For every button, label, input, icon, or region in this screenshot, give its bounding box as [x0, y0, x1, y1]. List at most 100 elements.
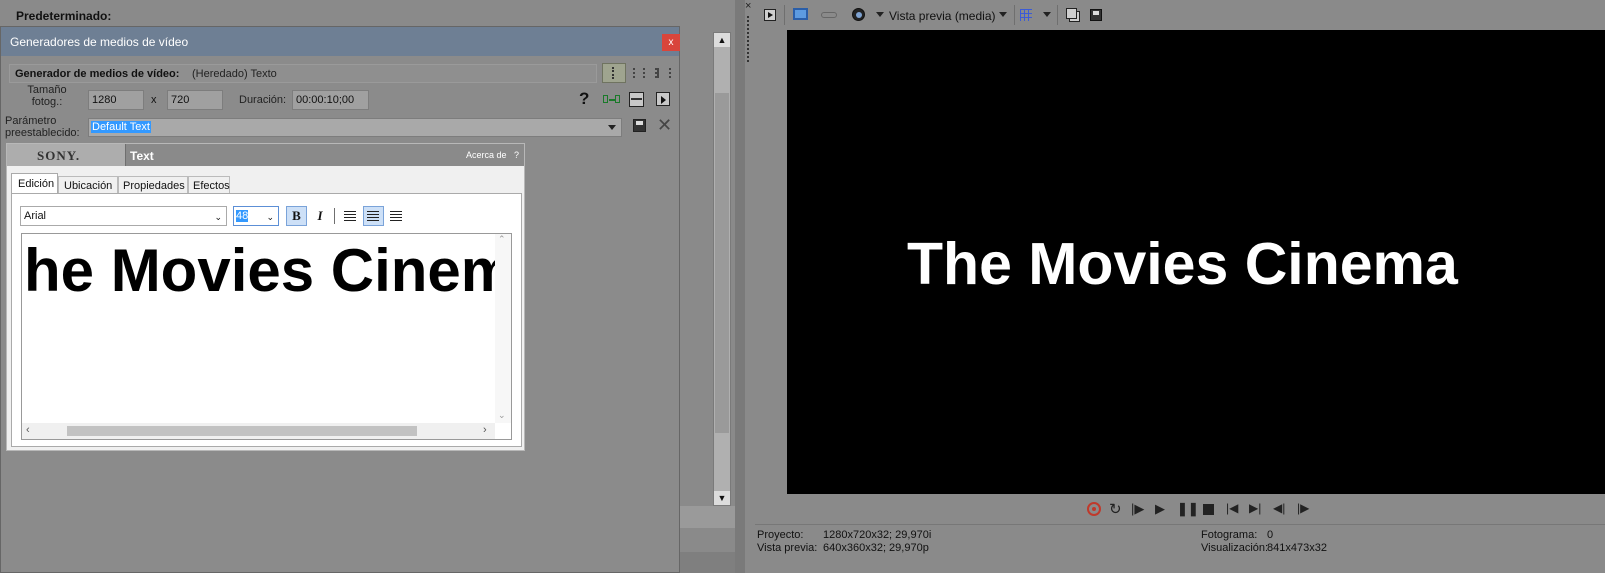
- overlays-dropdown-icon[interactable]: [1043, 12, 1051, 17]
- pause-icon[interactable]: ❚❚: [1177, 501, 1199, 517]
- text-plugin-panel: SONY. Text Acerca de ? Edición Ubicación…: [6, 143, 525, 451]
- view-grid-small-button[interactable]: [631, 65, 647, 81]
- dock-grip[interactable]: [747, 16, 751, 62]
- scroll-down-icon[interactable]: ▼: [714, 491, 730, 505]
- split-screen-icon[interactable]: [852, 8, 865, 21]
- help-icon[interactable]: ?: [579, 89, 589, 109]
- tab-ubicacion[interactable]: Ubicación: [58, 176, 118, 194]
- plugin-help-icon[interactable]: ?: [514, 150, 519, 160]
- editor-horizontal-scrollbar[interactable]: ‹ ›: [22, 423, 495, 439]
- save-preset-icon[interactable]: [633, 119, 646, 132]
- font-value: Arial: [24, 210, 47, 222]
- align-left-button[interactable]: [340, 206, 361, 226]
- dock-close-icon[interactable]: ×: [745, 0, 755, 14]
- editor-text: he Movies Cinem: [24, 237, 512, 304]
- grid-small-icon: [633, 68, 645, 78]
- toolbar-divider: [334, 208, 335, 224]
- tab-label: Edición: [18, 178, 55, 190]
- font-size-select[interactable]: 48 ⌄: [233, 206, 279, 226]
- next-frame-icon[interactable]: |▶: [1297, 501, 1309, 515]
- copy-snapshot-icon[interactable]: [1066, 8, 1077, 19]
- scroll-up-icon[interactable]: ▲: [714, 33, 730, 47]
- scroll-right-icon[interactable]: ›: [483, 424, 487, 436]
- height-input[interactable]: 720: [167, 90, 223, 110]
- align-center-icon: [367, 211, 379, 221]
- loop-icon[interactable]: ↻: [1109, 500, 1122, 518]
- view-list-button[interactable]: [602, 63, 626, 83]
- preview-properties-icon[interactable]: [764, 9, 776, 21]
- preset-value: Default Text: [91, 121, 151, 133]
- layout-icon[interactable]: [629, 92, 644, 107]
- panel-splitter[interactable]: [735, 0, 745, 573]
- italic-button[interactable]: I: [310, 206, 330, 226]
- horizontal-scroll-thumb[interactable]: [67, 426, 417, 436]
- preview-status: Proyecto: 1280x720x32; 29,970i Vista pre…: [755, 524, 1605, 573]
- record-button[interactable]: [1087, 502, 1101, 516]
- project-label: Proyecto:: [757, 529, 804, 541]
- previous-frame-icon[interactable]: ◀|: [1273, 501, 1285, 515]
- scroll-left-icon[interactable]: ‹: [26, 424, 30, 436]
- view-grid-large-button[interactable]: [655, 65, 671, 81]
- sony-brand: SONY.: [37, 148, 81, 163]
- play-icon[interactable]: ▶: [1155, 501, 1165, 517]
- italic-icon: I: [317, 208, 323, 223]
- select-pointer-icon[interactable]: [656, 92, 670, 106]
- frame-label: Fotograma:: [1201, 529, 1258, 541]
- video-preview-canvas: The Movies Cinema: [787, 30, 1605, 494]
- delete-preset-icon[interactable]: ✕: [657, 115, 672, 136]
- preset-label: Parámetro preestablecido:: [5, 115, 80, 139]
- left-bottom-strip: [680, 506, 735, 528]
- dialog-titlebar[interactable]: Generadores de medios de vídeo x: [1, 27, 680, 56]
- times-label: x: [151, 94, 157, 106]
- align-left-icon: [344, 211, 356, 221]
- toolbar-divider: [1014, 5, 1015, 25]
- generator-field: Generador de medios de vídeo: (Heredado)…: [9, 64, 597, 83]
- tab-label: Propiedades: [123, 180, 185, 192]
- overlays-grid-icon[interactable]: [1020, 9, 1032, 21]
- close-button[interactable]: x: [662, 34, 680, 51]
- duration-label: Duración:: [239, 94, 287, 106]
- fx-plugin-icon[interactable]: [821, 12, 837, 18]
- scroll-up-icon[interactable]: ⌃: [498, 234, 506, 245]
- save-snapshot-icon[interactable]: [1090, 9, 1102, 21]
- tab-propiedades[interactable]: Propiedades: [118, 176, 188, 194]
- align-right-button[interactable]: [386, 206, 407, 226]
- font-select[interactable]: Arial ⌄: [20, 206, 227, 226]
- go-to-end-icon[interactable]: ▶|: [1249, 501, 1261, 515]
- preview-quality-label[interactable]: Vista previa (media): [889, 9, 996, 23]
- play-from-start-icon[interactable]: |▶: [1131, 501, 1144, 517]
- external-monitor-icon[interactable]: [793, 8, 808, 20]
- scroll-thumb[interactable]: [715, 93, 729, 433]
- background-scrollbar[interactable]: ▲ ▼: [713, 32, 731, 506]
- tab-edicion[interactable]: Edición: [11, 173, 58, 194]
- bold-button[interactable]: B: [286, 206, 307, 226]
- about-link[interactable]: Acerca de: [466, 150, 507, 160]
- editor-vertical-scrollbar[interactable]: ⌃ ⌄: [495, 234, 511, 423]
- scroll-down-icon[interactable]: ⌄: [498, 410, 506, 421]
- preview-quality-dropdown-icon[interactable]: [999, 12, 1007, 17]
- duration-input[interactable]: 00:00:10;00: [292, 90, 369, 110]
- transport-bar: ↻ |▶ ▶ ❚❚ |◀ ▶| ◀| |▶: [755, 494, 1605, 524]
- tab-efectos[interactable]: Efectos: [188, 176, 230, 194]
- width-input[interactable]: 1280: [88, 90, 144, 110]
- toolbar-divider: [784, 5, 785, 25]
- generator-value: (Heredado) Texto: [192, 68, 277, 80]
- align-right-icon: [390, 211, 402, 221]
- frame-value: 0: [1267, 529, 1274, 541]
- preview-toolbar: Vista previa (media): [755, 0, 1605, 30]
- sony-logo: SONY.: [7, 144, 126, 166]
- align-center-button[interactable]: [363, 206, 384, 226]
- preset-select[interactable]: Default Text: [88, 118, 622, 137]
- go-to-start-icon[interactable]: |◀: [1226, 501, 1238, 515]
- preset-header-label: Predeterminado:: [16, 9, 112, 23]
- display-value: 841x473x32: [1267, 542, 1327, 554]
- left-panel-header: Predeterminado:: [0, 0, 735, 28]
- preview-quality-chevron-icon[interactable]: [876, 12, 884, 17]
- stop-icon[interactable]: [1203, 504, 1214, 515]
- tab-label: Ubicación: [64, 180, 113, 192]
- frame-size-label: Tamaño fotog.:: [27, 84, 67, 108]
- chevron-down-icon: ⌄: [214, 212, 222, 222]
- preview-text: The Movies Cinema: [907, 231, 1458, 297]
- text-editor[interactable]: he Movies Cinem ⌃ ⌄ ‹ ›: [21, 233, 512, 440]
- keyframe-toggle-icon[interactable]: [603, 93, 621, 107]
